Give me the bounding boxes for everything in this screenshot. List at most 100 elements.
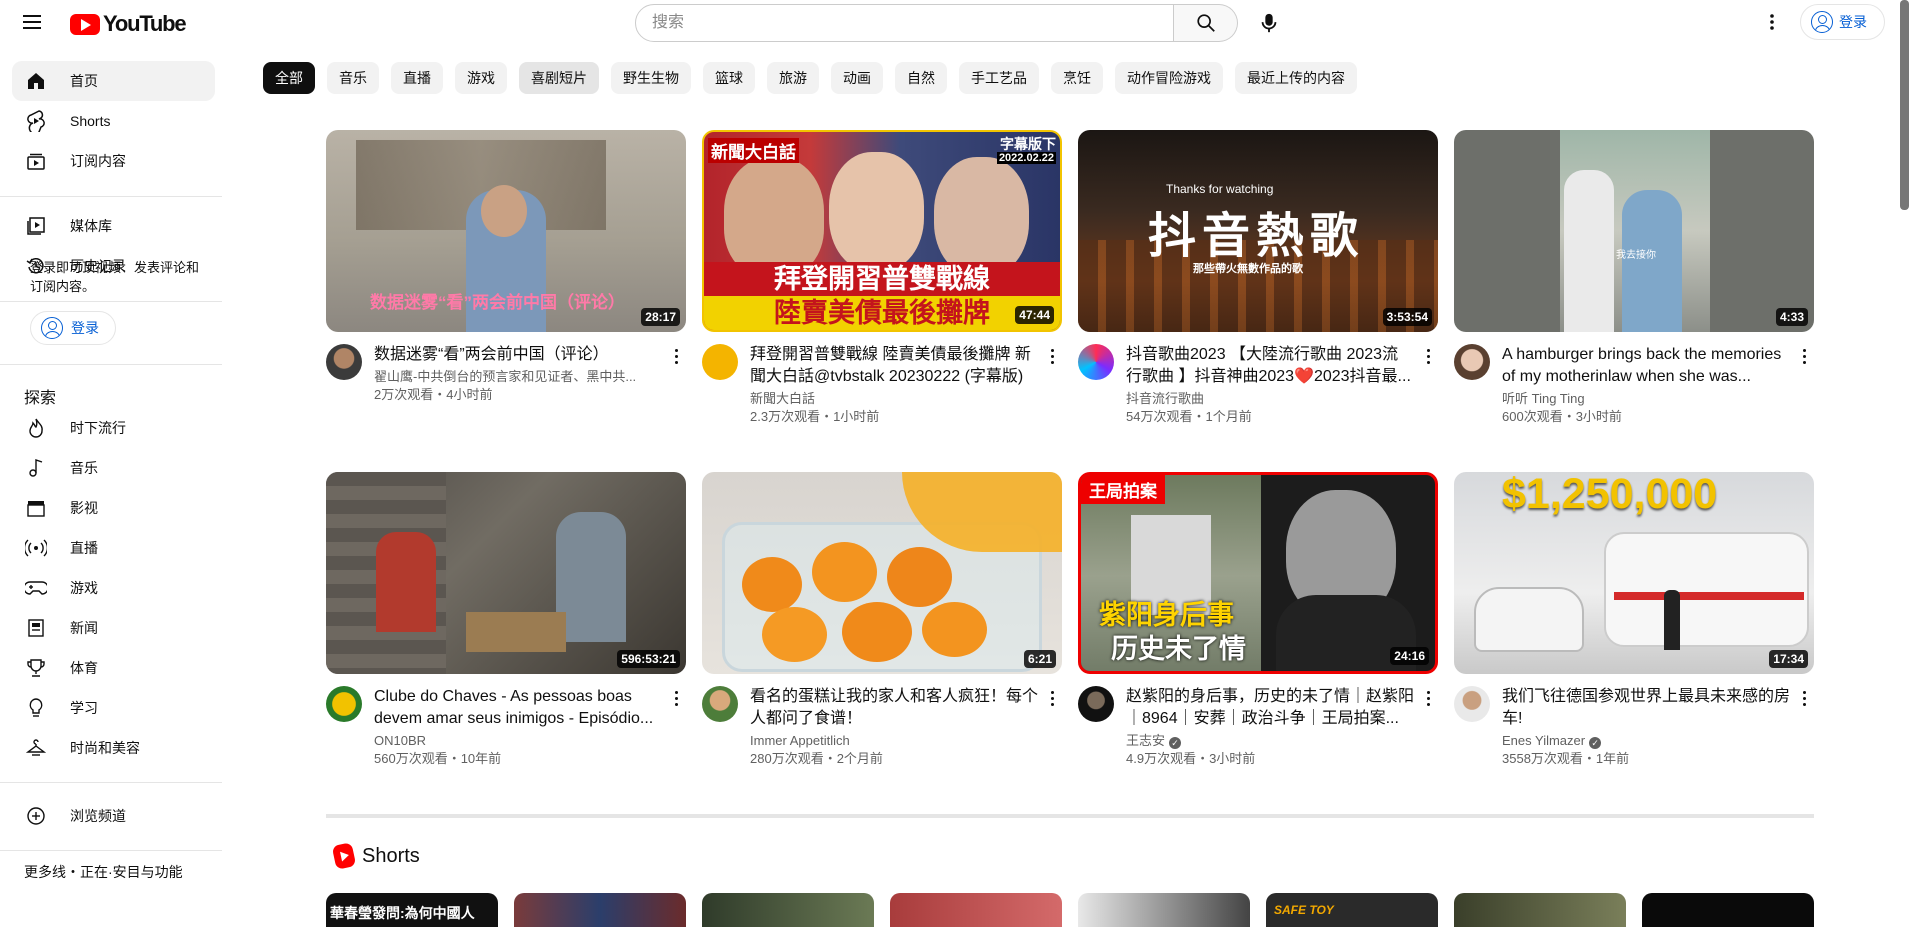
thumb-person-left — [1564, 170, 1614, 332]
video-duration: 24:16 — [1390, 647, 1429, 665]
video-thumbnail[interactable]: Thanks for watching 抖音熱歌 那些帶火無數作品的歌 3:53… — [1078, 130, 1438, 332]
video-title[interactable]: Clube do Chaves - As pessoas boas devem … — [374, 686, 662, 730]
chip-wildlife[interactable]: 野生生物 — [611, 62, 691, 94]
channel-name[interactable]: 听听 Ting Ting — [1502, 390, 1790, 408]
channel-avatar[interactable] — [1454, 686, 1490, 722]
channel-name[interactable]: 翟山鹰-中共倒台的预言家和见证者、黑中共... — [374, 368, 662, 386]
channel-avatar[interactable] — [1078, 686, 1114, 722]
short-thumbnail[interactable] — [1454, 893, 1626, 927]
channel-avatar[interactable] — [1454, 344, 1490, 380]
sidebar-item-gaming[interactable]: 游戏 — [12, 568, 215, 608]
video-title[interactable]: 看名的蛋糕让我的家人和客人疯狂！每个人都问了食谱！ — [750, 686, 1038, 730]
thumb-table — [466, 612, 566, 652]
video-title[interactable]: 拜登開習普雙戰線 陸賣美債最後攤牌 新聞大白話@tvbstalk 2023022… — [750, 344, 1038, 388]
short-thumbnail[interactable] — [702, 893, 874, 927]
search-button[interactable] — [1174, 4, 1238, 42]
thumb-face — [481, 185, 527, 237]
chip-cooking[interactable]: 烹饪 — [1051, 62, 1103, 94]
sidebar-item-trending[interactable]: 时下流行 — [12, 408, 215, 448]
short-thumbnail[interactable] — [1642, 893, 1814, 927]
more-actions-icon[interactable] — [666, 686, 686, 710]
chip-comedy[interactable]: 喜剧短片 — [519, 62, 599, 94]
channel-avatar[interactable] — [1078, 344, 1114, 380]
more-actions-icon[interactable] — [1418, 686, 1438, 710]
shorts-icon — [331, 842, 357, 870]
more-actions-icon[interactable] — [1794, 686, 1814, 710]
search-input[interactable] — [635, 4, 1174, 42]
video-title[interactable]: A hamburger brings back the memories of … — [1502, 344, 1790, 388]
more-actions-icon[interactable] — [666, 344, 686, 368]
channel-name[interactable]: ON10BR — [374, 732, 662, 750]
signin-button[interactable]: 登录 — [1800, 4, 1885, 40]
channel-name[interactable]: 抖音流行歌曲 — [1126, 390, 1414, 408]
video-thumbnail[interactable]: 我去接你 4:33 — [1454, 130, 1814, 332]
sidebar-item-news[interactable]: 新闻 — [12, 608, 215, 648]
channel-name[interactable]: 新聞大白話 — [750, 390, 1038, 408]
video-thumbnail[interactable]: 新聞大白話 字幕版下 2022.02.22 拜登開習普雙戰線 陸賣美債最後攤牌 … — [702, 130, 1062, 332]
more-actions-icon[interactable] — [1042, 686, 1062, 710]
sidebar-item-subscriptions[interactable]: 订阅内容 — [12, 141, 215, 181]
sidebar-item-library[interactable]: 媒体库 — [12, 206, 215, 246]
channel-avatar[interactable] — [326, 686, 362, 722]
settings-more-icon[interactable] — [1760, 10, 1784, 34]
youtube-logo[interactable]: YouTube — [70, 11, 187, 37]
channel-name[interactable]: 王志安 ✓ — [1126, 732, 1414, 750]
more-actions-icon[interactable] — [1418, 344, 1438, 368]
chip-nature[interactable]: 自然 — [895, 62, 947, 94]
video-title[interactable]: 数据迷雾“看”两会前中国（评论） — [374, 344, 662, 366]
channel-name[interactable]: Immer Appetitlich — [750, 732, 1038, 750]
sidebar-item-music[interactable]: 音乐 — [12, 448, 215, 488]
sidebar-item-browse-channels[interactable]: 浏览频道 — [12, 796, 215, 836]
video-thumbnail[interactable]: $1,250,000 17:34 — [1454, 472, 1814, 674]
video-duration: 47:44 — [1015, 306, 1054, 324]
short-thumbnail[interactable]: SAFE TOY — [1266, 893, 1438, 927]
video-title[interactable]: 抖音歌曲2023 【大陸流行歌曲 2023流行歌曲 】抖音神曲2023❤️202… — [1126, 344, 1414, 388]
sidebar-item-learning[interactable]: 学习 — [12, 688, 215, 728]
thumb-date: 2022.02.22 — [996, 152, 1056, 164]
chip-basketball[interactable]: 篮球 — [703, 62, 755, 94]
sidebar-item-movies[interactable]: 影视 — [12, 488, 215, 528]
thumb-orange — [842, 602, 912, 662]
video-card: 数据迷雾“看”两会前中国（评论） 28:17 数据迷雾“看”两会前中国（评论） … — [326, 130, 686, 404]
thumb-face-right — [934, 157, 1029, 277]
thumb-tag: 王局拍案 — [1081, 475, 1165, 504]
chip-travel[interactable]: 旅游 — [767, 62, 819, 94]
video-card: 596:53:21 Clube do Chaves - As pessoas b… — [326, 472, 686, 768]
short-thumbnail[interactable] — [514, 893, 686, 927]
channel-avatar[interactable] — [702, 686, 738, 722]
menu-icon[interactable] — [20, 10, 44, 34]
chip-crafts[interactable]: 手工艺品 — [959, 62, 1039, 94]
sidebar-item-shorts[interactable]: Shorts — [12, 101, 215, 141]
video-title[interactable]: 我们飞往德国参观世界上最具未来感的房车! — [1502, 686, 1790, 730]
masthead: YouTube 登录 — [0, 0, 1909, 44]
sidebar-item-sports[interactable]: 体育 — [12, 648, 215, 688]
video-thumbnail[interactable]: 6:21 — [702, 472, 1062, 674]
video-thumbnail[interactable]: 596:53:21 — [326, 472, 686, 674]
channel-avatar[interactable] — [326, 344, 362, 380]
sidebar-item-fashion[interactable]: 时尚和美容 — [12, 728, 215, 768]
chip-action-adventure[interactable]: 动作冒险游戏 — [1115, 62, 1223, 94]
sidebar-item-live[interactable]: 直播 — [12, 528, 215, 568]
chip-live[interactable]: 直播 — [391, 62, 443, 94]
voice-search-button[interactable] — [1250, 4, 1288, 42]
video-title[interactable]: 赵紫阳的身后事，历史的未了情｜赵紫阳｜8964｜安葬｜政治斗争｜王局拍案... — [1126, 686, 1414, 730]
sidebar-signin-button[interactable]: 登录 — [30, 311, 116, 345]
chip-music[interactable]: 音乐 — [327, 62, 379, 94]
video-thumbnail[interactable]: 数据迷雾“看”两会前中国（评论） 28:17 — [326, 130, 686, 332]
chip-all[interactable]: 全部 — [263, 62, 315, 94]
short-thumbnail[interactable]: 華春瑩發問:為何中國人 — [326, 893, 498, 927]
sidebar-item-home[interactable]: 首页 — [12, 61, 215, 101]
channel-name[interactable]: Enes Yilmazer ✓ — [1502, 732, 1790, 750]
chip-gaming[interactable]: 游戏 — [455, 62, 507, 94]
chip-recently-uploaded[interactable]: 最近上传的内容 — [1235, 62, 1357, 94]
shorts-shelf-header: Shorts — [331, 842, 420, 870]
more-actions-icon[interactable] — [1794, 344, 1814, 368]
chip-animation[interactable]: 动画 — [831, 62, 883, 94]
channel-avatar[interactable] — [702, 344, 738, 380]
video-thumbnail[interactable]: 王局拍案 紫阳身后事 历史未了情 24:16 — [1078, 472, 1438, 674]
short-thumbnail[interactable] — [1078, 893, 1250, 927]
page-scrollbar-thumb[interactable] — [1900, 0, 1909, 210]
short-thumbnail[interactable] — [890, 893, 1062, 927]
more-actions-icon[interactable] — [1042, 344, 1062, 368]
video-card: 6:21 看名的蛋糕让我的家人和客人疯狂！每个人都问了食谱！ Immer App… — [702, 472, 1062, 768]
